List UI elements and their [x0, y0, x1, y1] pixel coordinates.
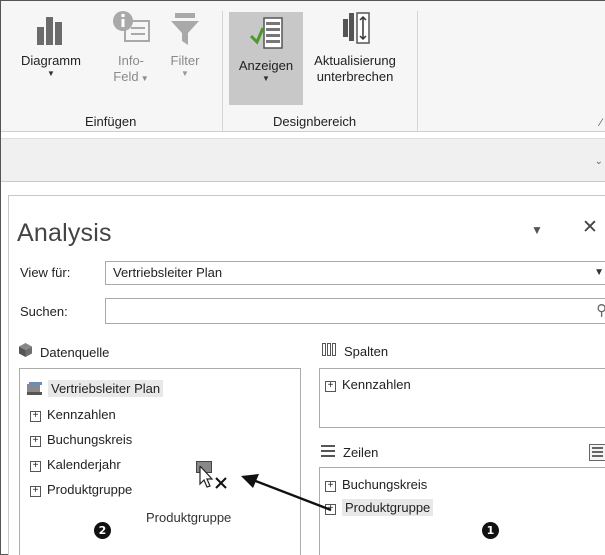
arrow-icon	[239, 472, 335, 517]
spalten-heading: Spalten	[322, 343, 388, 359]
list-item[interactable]: + Kennzahlen	[325, 377, 411, 392]
anzeigen-button[interactable]: Anzeigen ▼	[229, 12, 303, 105]
callout-badge-2: 2	[94, 522, 111, 539]
list-item[interactable]: + Kennzahlen	[30, 407, 116, 422]
filter-button[interactable]: Filter ▼	[163, 9, 207, 79]
list-item[interactable]: + Buchungskreis	[30, 432, 132, 447]
cube-icon	[27, 382, 42, 398]
list-item[interactable]: + Produktgruppe	[325, 499, 434, 516]
expand-icon[interactable]: +	[30, 486, 41, 497]
aktualisierung-unterbrechen-button[interactable]: Aktualisierung unterbrechen	[305, 9, 405, 85]
rows-icon	[321, 445, 335, 460]
view-select[interactable]: Vertriebsleiter Plan ▼	[105, 261, 605, 285]
pane-title: Analysis	[17, 219, 112, 247]
search-label: Suchen:	[20, 304, 68, 319]
expand-icon[interactable]: +	[30, 411, 41, 422]
list-item[interactable]: + Produktgruppe	[30, 482, 132, 497]
diagramm-button[interactable]: Diagramm ▼	[11, 9, 91, 79]
info-feld-button[interactable]: Info- Feld ▼	[107, 9, 155, 87]
cube-icon	[19, 343, 32, 360]
chevron-down-icon: ▼	[262, 74, 270, 83]
group-label-einfuegen: Einfügen	[85, 114, 137, 129]
filter-icon	[165, 9, 205, 49]
info-icon	[111, 9, 151, 49]
list-item[interactable]: + Buchungskreis	[325, 477, 427, 492]
datenquelle-heading: Datenquelle	[19, 343, 109, 360]
layout-icon[interactable]	[589, 444, 605, 461]
analysis-pane: Analysis ▼ ✕ View für: Vertriebsleiter P…	[8, 195, 605, 555]
ribbon: Diagramm ▼ Info- Feld ▼ Filter ▼ Anzeige…	[1, 1, 605, 132]
group-separator	[417, 11, 418, 131]
defer-update-icon	[335, 9, 375, 49]
chevron-down-icon: ▼	[47, 69, 55, 78]
collapse-ribbon-icon[interactable]: ⁄	[600, 117, 602, 129]
chart-icon	[31, 9, 71, 49]
zeilen-heading: Zeilen	[321, 445, 378, 460]
view-label: View für:	[20, 265, 71, 280]
group-label-designbereich: Designbereich	[273, 114, 357, 129]
toolbar-strip: ⌄	[1, 138, 605, 182]
show-panes-icon	[246, 14, 286, 54]
list-item[interactable]: + Kalenderjahr	[30, 457, 121, 472]
chevron-down-icon[interactable]: ⌄	[595, 156, 603, 167]
columns-icon	[322, 343, 336, 359]
callout-badge-1: 1	[482, 522, 499, 539]
search-input[interactable]: ⚲	[105, 298, 605, 324]
expand-icon[interactable]: +	[325, 381, 336, 392]
cursor-icon	[198, 464, 228, 499]
pane-menu-icon[interactable]: ▼	[531, 223, 543, 237]
drag-label: Produktgruppe	[146, 510, 232, 525]
group-separator	[222, 11, 223, 131]
close-icon[interactable]: ✕	[582, 216, 598, 239]
search-icon[interactable]: ⚲	[596, 301, 605, 319]
expand-icon[interactable]: +	[30, 436, 41, 447]
expand-icon[interactable]: +	[30, 461, 41, 472]
chevron-down-icon: ▼	[181, 69, 189, 78]
datenquelle-root[interactable]: Vertriebsleiter Plan	[27, 380, 164, 398]
chevron-down-icon: ▼	[594, 267, 604, 278]
